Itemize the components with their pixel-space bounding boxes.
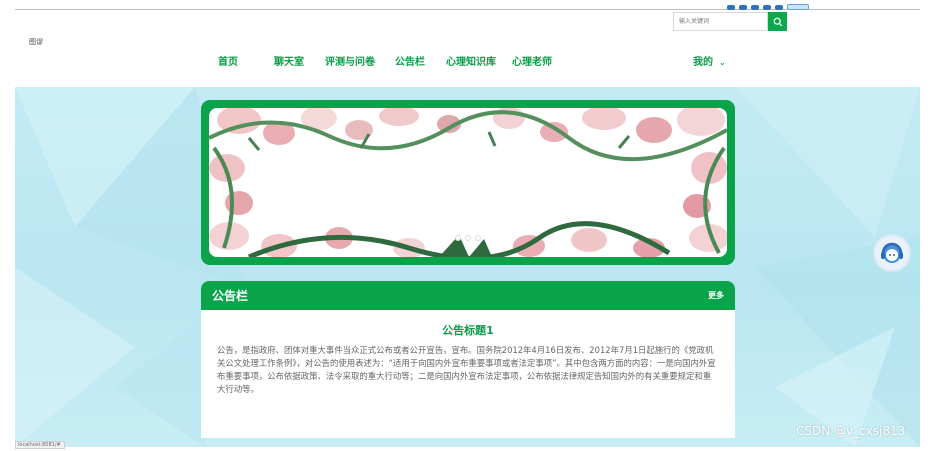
search-icon [773, 17, 782, 26]
top-toolbar-fragments [727, 4, 809, 10]
nav-item-assessment[interactable]: 评测与问卷 [325, 53, 375, 68]
notice-board: 公告栏 更多 公告标题1 公告，是指政府、团体对重大事件当众正式公布或者公开宣告… [201, 281, 735, 438]
nav-item-teachers[interactable]: 心理老师 [512, 53, 552, 68]
notice-header: 公告栏 更多 [201, 281, 735, 310]
notice-title: 公告栏 [212, 289, 249, 303]
search-button[interactable] [768, 12, 787, 31]
status-bar-url: localhost:8081/# [15, 441, 65, 449]
chevron-down-icon: ⌄ [719, 58, 726, 67]
nav-item-home[interactable]: 首页 [218, 53, 238, 68]
watermark: CSDN @v_cxsj813 [796, 424, 906, 438]
carousel-dot[interactable] [465, 235, 471, 241]
nav-item-chatroom[interactable]: 聊天室 [274, 53, 304, 68]
toolbar-fragment [739, 4, 747, 10]
carousel-indicators [455, 235, 481, 241]
toolbar-badge [787, 4, 809, 10]
customer-service-icon [881, 242, 903, 263]
notice-more-link[interactable]: 更多 [708, 290, 724, 301]
user-menu-label: 我的 [693, 57, 713, 68]
search-bar [673, 12, 787, 31]
customer-service-button[interactable] [873, 234, 911, 272]
toolbar-fragment [775, 4, 783, 10]
notice-item-title[interactable]: 公告标题1 [201, 322, 735, 338]
nav-item-notice[interactable]: 公告栏 [395, 53, 425, 68]
toolbar-fragment [763, 4, 771, 10]
toolbar-fragment [727, 4, 735, 10]
search-input[interactable] [673, 12, 768, 31]
carousel-dot[interactable] [455, 235, 461, 241]
carousel-dot[interactable] [475, 235, 481, 241]
banner-carousel[interactable] [201, 100, 735, 265]
nav-item-knowledge[interactable]: 心理知识库 [446, 53, 496, 68]
toolbar-fragment [751, 4, 759, 10]
nav-user-menu[interactable]: 我的 ⌄ [693, 53, 726, 68]
site-logo[interactable]: 图谬 [29, 37, 43, 47]
notice-item-body: 公告，是指政府、团体对重大事件当众正式公布或者公开宣告，宣布。国务院2012年4… [217, 345, 716, 394]
